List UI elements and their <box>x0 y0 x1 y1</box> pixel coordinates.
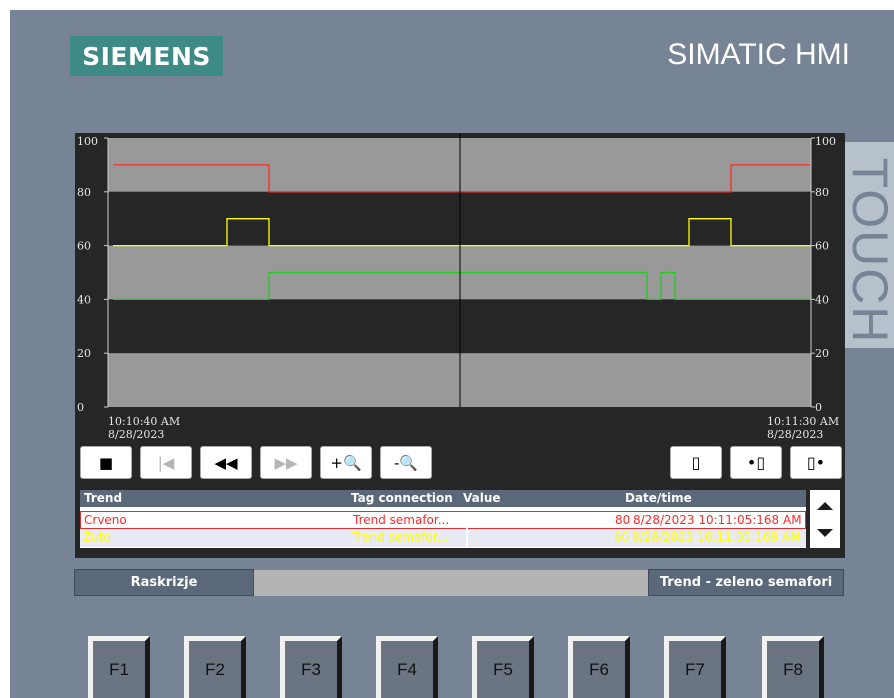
trend-zeleno-button[interactable]: Trend - zeleno semafori <box>648 569 844 596</box>
zoom-in-button[interactable]: +🔍 <box>320 446 372 479</box>
zoom-out-icon: -🔍 <box>393 453 419 472</box>
function-key-f3[interactable]: F3 <box>280 636 342 698</box>
table-scrollbar[interactable] <box>810 490 840 548</box>
table-row[interactable]: Crveno Trend semafor... 80 8/28/2023 10:… <box>80 511 806 529</box>
ruler-button[interactable]: ▯ <box>670 446 722 479</box>
function-key-f7[interactable]: F7 <box>664 636 726 698</box>
bottom-bar <box>254 570 648 596</box>
zoom-out-button[interactable]: -🔍 <box>380 446 432 479</box>
row-trend: Zuto <box>83 530 111 544</box>
value-table: Trend Tag connection Value Date/time Crv… <box>80 490 806 548</box>
row-tag: Trend semafor... <box>352 530 449 544</box>
y-tick-label-right: 60 <box>815 240 829 253</box>
function-key-f6[interactable]: F6 <box>568 636 630 698</box>
row-value: 80 <box>615 513 631 527</box>
scroll-down-icon <box>817 529 833 537</box>
y-tick-label-left: 0 <box>77 401 84 414</box>
y-tick-label-left: 80 <box>77 186 91 199</box>
y-tick-label-right: 20 <box>815 347 829 360</box>
y-tick-label-right: 100 <box>815 135 836 148</box>
y-tick-label-right: 0 <box>815 401 822 414</box>
ruler-icon: ▯ <box>691 453 701 472</box>
x-label-end-date: 8/28/2023 <box>767 428 823 441</box>
ruler-forward-icon: ▯• <box>806 453 826 472</box>
x-label-start-date: 8/28/2023 <box>108 428 164 441</box>
rewind-icon: ◀◀ <box>214 453 238 472</box>
hmi-screen: 100 100 80 80 60 60 40 40 20 20 0 0 10:10:40 AM 8/28/… <box>75 133 845 558</box>
ruler-back-button[interactable]: •▯ <box>730 446 782 479</box>
trend-chart[interactable]: 100 10080 8060 6040 4020 200 010:10:40 AM8/28/… <box>75 133 845 443</box>
x-label-start-time: 10:10:40 AM <box>108 415 180 428</box>
stop-icon: ■ <box>98 453 114 472</box>
row-datetime: 8/28/2023 10:11:05:168 AM <box>633 513 802 527</box>
function-key-f1[interactable]: F1 <box>88 636 150 698</box>
function-key-f8[interactable]: F8 <box>762 636 824 698</box>
stop-button[interactable]: ■ <box>80 446 132 479</box>
raskrizje-button[interactable]: Raskrizje <box>74 569 254 596</box>
y-tick-label-left: 60 <box>77 240 91 253</box>
header-trend: Trend <box>84 491 123 505</box>
y-tick-label-right: 80 <box>815 186 829 199</box>
header-datetime: Date/time <box>625 491 692 505</box>
y-tick-label-left: 100 <box>77 135 98 148</box>
column-divider <box>466 512 468 548</box>
row-tag: Trend semafor... <box>353 513 450 527</box>
table-row[interactable]: Zuto Trend semafor... 60 8/28/2023 10:11… <box>80 529 806 547</box>
function-key-f2[interactable]: F2 <box>184 636 246 698</box>
y-tick-label-left: 40 <box>77 293 91 306</box>
y-tick-label-right: 40 <box>815 293 829 306</box>
siemens-logo: SIEMENS <box>70 36 223 76</box>
x-label-end-time: 10:11:30 AM <box>767 415 839 428</box>
header-tag: Tag connection <box>351 491 453 505</box>
touch-label: TOUCH <box>845 142 894 348</box>
row-value: 60 <box>614 530 630 544</box>
ruler-forward-button[interactable]: ▯• <box>790 446 842 479</box>
to-start-button[interactable]: |◀ <box>140 446 192 479</box>
scroll-forward-button[interactable]: ▶▶ <box>260 446 312 479</box>
scroll-up-icon <box>817 502 833 510</box>
zoom-in-icon: +🔍 <box>330 453 362 472</box>
row-trend: Crveno <box>84 513 127 527</box>
function-key-f5[interactable]: F5 <box>472 636 534 698</box>
function-key-f4[interactable]: F4 <box>376 636 438 698</box>
y-tick-label-left: 20 <box>77 347 91 360</box>
device-title: SIMATIC HMI <box>667 38 850 71</box>
fast-forward-icon: ▶▶ <box>274 453 298 472</box>
table-header: Trend Tag connection Value Date/time <box>80 490 806 507</box>
row-datetime: 8/28/2023 10:11:05:168 AM <box>632 530 801 544</box>
skip-to-start-icon: |◀ <box>157 453 175 472</box>
header-value: Value <box>463 491 501 505</box>
scroll-back-button[interactable]: ◀◀ <box>200 446 252 479</box>
ruler-back-icon: •▯ <box>746 453 766 472</box>
